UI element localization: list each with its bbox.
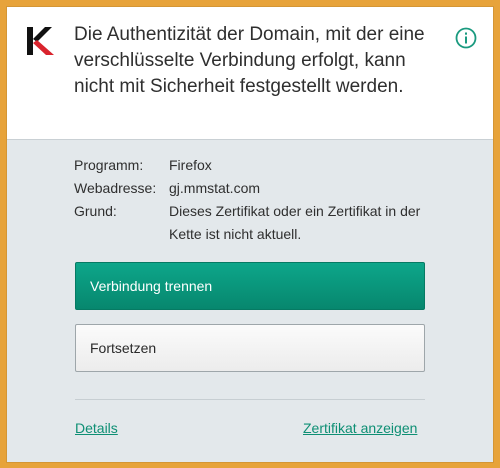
alert-message: Die Authentizität der Domain, mit der ei… xyxy=(74,24,425,97)
details-link[interactable]: Details xyxy=(75,420,118,436)
address-label: Webadresse: xyxy=(74,180,157,196)
details-row-program: Programm: Firefox xyxy=(74,154,434,177)
info-icon[interactable] xyxy=(455,27,477,49)
kaspersky-logo-icon xyxy=(25,25,57,57)
alert-header: Die Authentizität der Domain, mit der ei… xyxy=(7,7,493,140)
disconnect-button[interactable]: Verbindung trennen xyxy=(75,262,425,310)
reason-value: Dieses Zertifikat oder ein Zertifikat in… xyxy=(169,203,421,242)
show-certificate-link[interactable]: Zertifikat anzeigen xyxy=(303,420,417,436)
details-row-address: Webadresse: gj.mmstat.com xyxy=(74,177,434,200)
details-list: Programm: Firefox Webadresse: gj.mmstat.… xyxy=(74,154,434,246)
program-value: Firefox xyxy=(169,157,212,173)
program-label: Programm: xyxy=(74,157,144,173)
details-row-reason: Grund: Dieses Zertifikat oder ein Zertif… xyxy=(74,200,434,246)
reason-label: Grund: xyxy=(74,203,117,219)
address-value: gj.mmstat.com xyxy=(169,180,261,196)
continue-button[interactable]: Fortsetzen xyxy=(75,324,425,372)
divider xyxy=(75,399,425,400)
alert-window: Die Authentizität der Domain, mit der ei… xyxy=(7,7,493,462)
